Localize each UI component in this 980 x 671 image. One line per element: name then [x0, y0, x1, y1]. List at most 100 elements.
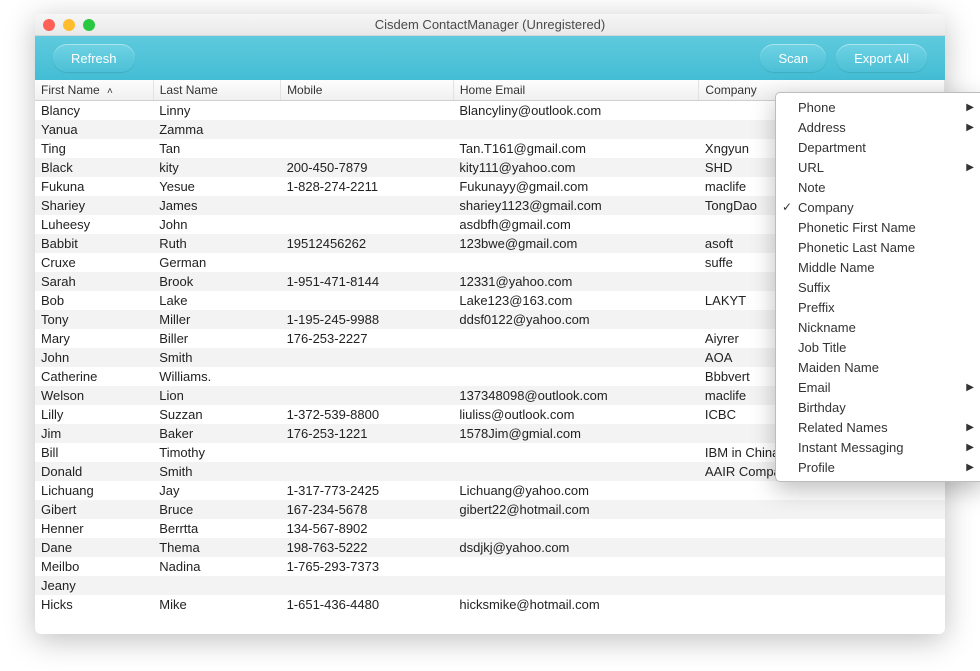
table-cell: Fukuna	[35, 177, 153, 196]
table-cell: Biller	[153, 329, 280, 348]
table-cell: Baker	[153, 424, 280, 443]
chevron-right-icon: ▶	[966, 382, 974, 393]
zoom-icon[interactable]	[83, 19, 95, 31]
table-cell: Timothy	[153, 443, 280, 462]
menu-item[interactable]: Maiden Name	[776, 357, 980, 377]
col-first-name-label: First Name	[41, 83, 100, 97]
table-cell	[453, 519, 699, 538]
table-cell: Linny	[153, 101, 280, 121]
table-cell	[699, 576, 945, 595]
table-cell: Miller	[153, 310, 280, 329]
table-cell: Thema	[153, 538, 280, 557]
table-cell: Fukunayy@gmail.com	[453, 177, 699, 196]
table-cell: Babbit	[35, 234, 153, 253]
table-cell: 123bwe@gmail.com	[453, 234, 699, 253]
menu-item[interactable]: Job Title	[776, 337, 980, 357]
close-icon[interactable]	[43, 19, 55, 31]
table-cell: Suzzan	[153, 405, 280, 424]
menu-item[interactable]: ✓Company	[776, 197, 980, 217]
table-cell: 1-195-245-9988	[281, 310, 454, 329]
table-cell: 176-253-1221	[281, 424, 454, 443]
menu-item[interactable]: Preffix	[776, 297, 980, 317]
table-cell: Welson	[35, 386, 153, 405]
col-first-name[interactable]: First Name ˄	[35, 80, 153, 101]
table-cell: Brook	[153, 272, 280, 291]
table-cell: 198-763-5222	[281, 538, 454, 557]
menu-item[interactable]: Department	[776, 137, 980, 157]
refresh-button[interactable]: Refresh	[53, 44, 135, 72]
table-row[interactable]: Jeany	[35, 576, 945, 595]
menu-item[interactable]: Birthday	[776, 397, 980, 417]
table-cell: Bill	[35, 443, 153, 462]
menu-item[interactable]: Phonetic Last Name	[776, 237, 980, 257]
table-cell: Blancy	[35, 101, 153, 121]
scan-button[interactable]: Scan	[760, 44, 826, 72]
col-home-email[interactable]: Home Email	[453, 80, 699, 101]
menu-item[interactable]: Phone ▶	[776, 97, 980, 117]
table-cell: 167-234-5678	[281, 500, 454, 519]
table-cell: ddsf0122@yahoo.com	[453, 310, 699, 329]
chevron-right-icon: ▶	[966, 102, 974, 113]
titlebar: Cisdem ContactManager (Unregistered)	[35, 14, 945, 36]
table-cell: Lilly	[35, 405, 153, 424]
table-cell: Mary	[35, 329, 153, 348]
menu-item-label: Nickname	[798, 320, 856, 335]
table-cell: Sarah	[35, 272, 153, 291]
table-cell: Lake	[153, 291, 280, 310]
table-row[interactable]: DaneThema198-763-5222dsdjkj@yahoo.com	[35, 538, 945, 557]
table-cell: Cruxe	[35, 253, 153, 272]
table-row[interactable]: HennerBerrtta134-567-8902	[35, 519, 945, 538]
export-all-button[interactable]: Export All	[836, 44, 927, 72]
table-cell: 1-765-293-7373	[281, 557, 454, 576]
table-cell	[281, 291, 454, 310]
table-cell: 1578Jim@gmial.com	[453, 424, 699, 443]
table-cell: 1-372-539-8800	[281, 405, 454, 424]
table-cell: Shariey	[35, 196, 153, 215]
menu-item[interactable]: Note	[776, 177, 980, 197]
table-row[interactable]: HicksMike1-651-436-4480hicksmike@hotmail…	[35, 595, 945, 614]
menu-item-label: Phone	[798, 100, 836, 115]
menu-item[interactable]: Suffix	[776, 277, 980, 297]
table-cell: kity111@yahoo.com	[453, 158, 699, 177]
chevron-right-icon: ▶	[966, 442, 974, 453]
app-window: Cisdem ContactManager (Unregistered) Ref…	[35, 14, 945, 634]
table-cell: hicksmike@hotmail.com	[453, 595, 699, 614]
table-cell: Yesue	[153, 177, 280, 196]
table-cell: Ting	[35, 139, 153, 158]
menu-item[interactable]: Email▶	[776, 377, 980, 397]
chevron-right-icon: ▶	[966, 122, 974, 133]
minimize-icon[interactable]	[63, 19, 75, 31]
menu-item-label: Phonetic First Name	[798, 220, 916, 235]
menu-item[interactable]: Middle Name	[776, 257, 980, 277]
menu-item[interactable]: Profile▶	[776, 457, 980, 477]
menu-item[interactable]: Nickname	[776, 317, 980, 337]
table-row[interactable]: MeilboNadina1-765-293-7373	[35, 557, 945, 576]
table-row[interactable]: LichuangJay1-317-773-2425Lichuang@yahoo.…	[35, 481, 945, 500]
table-cell	[453, 253, 699, 272]
table-cell: James	[153, 196, 280, 215]
menu-item-label: Maiden Name	[798, 360, 879, 375]
table-cell: German	[153, 253, 280, 272]
menu-item[interactable]: Phonetic First Name	[776, 217, 980, 237]
table-cell: Bob	[35, 291, 153, 310]
chevron-right-icon: ▶	[966, 162, 974, 173]
table-cell	[699, 519, 945, 538]
menu-item-label: Middle Name	[798, 260, 875, 275]
table-cell: Jay	[153, 481, 280, 500]
table-cell: Lake123@163.com	[453, 291, 699, 310]
menu-item[interactable]: Instant Messaging▶	[776, 437, 980, 457]
table-row[interactable]: GibertBruce167-234-5678gibert22@hotmail.…	[35, 500, 945, 519]
table-cell: Luheesy	[35, 215, 153, 234]
table-cell: Berrtta	[153, 519, 280, 538]
menu-item[interactable]: Related Names▶	[776, 417, 980, 437]
menu-item[interactable]: Address▶	[776, 117, 980, 137]
menu-item[interactable]: URL▶	[776, 157, 980, 177]
table-cell: gibert22@hotmail.com	[453, 500, 699, 519]
table-cell: Hicks	[35, 595, 153, 614]
table-cell: Mike	[153, 595, 280, 614]
table-cell	[699, 557, 945, 576]
col-last-name[interactable]: Last Name	[153, 80, 280, 101]
menu-item-label: Suffix	[798, 280, 830, 295]
table-cell	[281, 120, 454, 139]
col-mobile[interactable]: Mobile	[281, 80, 454, 101]
